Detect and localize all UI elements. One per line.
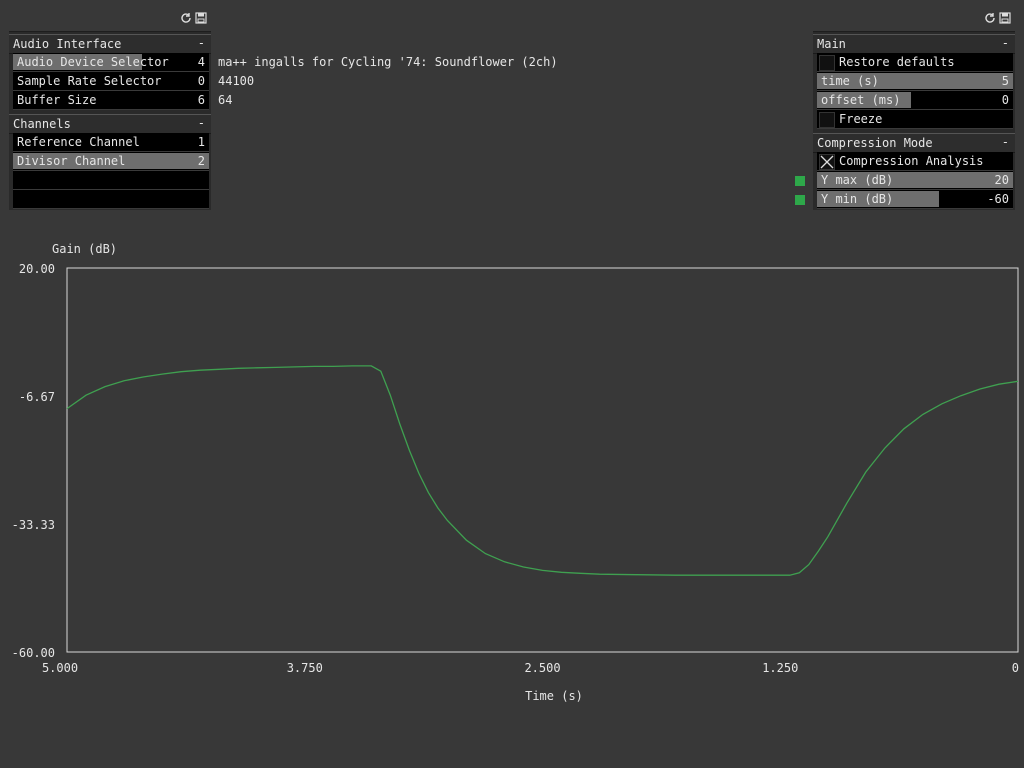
y-tick-label: -6.67 (19, 390, 55, 404)
x-tick-label: 3.750 (287, 661, 323, 675)
y-tick-label: -60.00 (12, 646, 55, 660)
y-tick-label: 20.00 (19, 262, 55, 276)
gain-chart: Gain (dB) Time (s) 20.00 -6.67 -33.33 -60.0… (12, 242, 1019, 703)
x-tick-label: 1.250 (762, 661, 798, 675)
y-tick-label: -33.33 (12, 518, 55, 532)
y-axis-label: Gain (dB) (52, 242, 117, 256)
x-tick-label: 5.000 (42, 661, 78, 675)
gain-series-line (66, 365, 1019, 576)
x-tick-label: 0 (1012, 661, 1019, 675)
x-tick-label: 2.500 (524, 661, 560, 675)
x-axis-label: Time (s) (525, 689, 583, 703)
